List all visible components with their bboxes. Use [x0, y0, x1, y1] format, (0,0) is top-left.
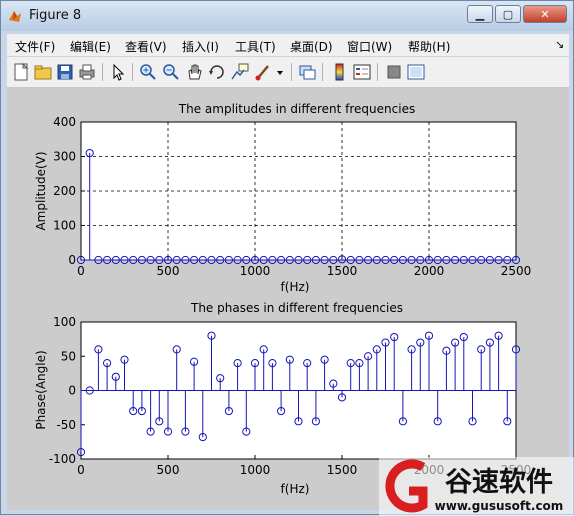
minimize-button[interactable]: ▁ — [467, 5, 493, 23]
new-figure-icon[interactable] — [11, 62, 31, 82]
gususoft-watermark: 谷速软件 www.gususoft.com — [379, 457, 574, 516]
x-tick-label: 0 — [77, 264, 85, 278]
y-tick-label: -50 — [56, 418, 76, 432]
menu-edit[interactable]: 编辑(E) — [70, 38, 111, 55]
zoom-out-icon[interactable] — [161, 62, 181, 82]
save-icon[interactable] — [55, 62, 75, 82]
phase-chart-title: The phases in different frequencies — [190, 301, 403, 315]
toolbar-separator — [132, 63, 133, 81]
x-tick-label: 1500 — [327, 463, 358, 477]
window-title: Figure 8 — [29, 8, 82, 23]
figure-canvas: 0 500 1000 1500 2000 2500 0 100 200 300 400 The am… — [7, 88, 569, 510]
toolbar-separator — [377, 63, 378, 81]
phase-y-label: Phase(Angle) — [34, 350, 48, 429]
x-tick-label: 500 — [157, 264, 180, 278]
y-tick-label: 300 — [53, 150, 76, 164]
toolbar-separator — [291, 63, 292, 81]
close-button[interactable]: ✕ — [523, 5, 567, 23]
insert-colorbar-icon[interactable] — [329, 62, 349, 82]
menu-tools[interactable]: 工具(T) — [235, 38, 276, 55]
pointer-icon[interactable] — [108, 62, 128, 82]
y-tick-label: 100 — [53, 219, 76, 233]
plot-area: 0 500 1000 1500 2000 25000100200300400 The am… — [34, 102, 531, 496]
toolbar-separator — [102, 63, 103, 81]
amplitude-axes[interactable]: 0 500 1000 1500 2000 2500 0 100 200 300 400 The am… — [34, 102, 531, 294]
figure-toolbar — [7, 57, 569, 88]
brush-icon[interactable] — [253, 62, 273, 82]
insert-legend-icon[interactable] — [352, 62, 372, 82]
brush-dropdown-icon[interactable] — [275, 62, 285, 82]
menu-insert[interactable]: 插入(I) — [182, 38, 219, 55]
hide-plot-tools-icon[interactable] — [384, 62, 404, 82]
open-icon[interactable] — [33, 62, 53, 82]
watermark-logo-text: 谷速软件 — [445, 467, 553, 498]
y-tick-label: 400 — [53, 115, 76, 129]
link-plot-icon[interactable] — [297, 62, 317, 82]
pan-icon[interactable] — [184, 62, 204, 82]
amplitude-chart-title: The amplitudes in different frequencies — [178, 102, 415, 116]
y-tick-label: 100 — [53, 315, 76, 329]
amplitude-y-label: Amplitude(V) — [34, 151, 48, 230]
print-icon[interactable] — [77, 62, 97, 82]
menu-bar: 文件(F) 编辑(E) 查看(V) 插入(I) 工具(T) 桌面(D) 窗口(W… — [7, 34, 569, 56]
y-tick-label: -100 — [49, 452, 76, 466]
menu-view[interactable]: 查看(V) — [125, 38, 167, 55]
maximize-button[interactable]: ▢ — [495, 5, 521, 23]
menu-desktop[interactable]: 桌面(D) — [290, 38, 333, 55]
toolbar-separator — [322, 63, 323, 81]
x-tick-label: 1500 — [327, 264, 358, 278]
menu-help[interactable]: 帮助(H) — [408, 38, 450, 55]
y-tick-label: 200 — [53, 184, 76, 198]
x-tick-label: 0 — [77, 463, 85, 477]
x-tick-label: 500 — [157, 463, 180, 477]
menu-file[interactable]: 文件(F) — [15, 38, 55, 55]
watermark-url: www.gususoft.com — [435, 499, 564, 513]
show-plot-tools-icon[interactable] — [406, 62, 426, 82]
x-tick-label: 1000 — [240, 264, 271, 278]
matlab-logo-icon — [9, 11, 21, 22]
x-tick-label: 2000 — [414, 264, 445, 278]
rotate-3d-icon[interactable] — [207, 62, 227, 82]
menu-dock-arrow-icon[interactable]: ↘ — [555, 38, 564, 51]
phase-x-label: f(Hz) — [281, 482, 310, 496]
menu-window[interactable]: 窗口(W) — [347, 38, 392, 55]
data-cursor-icon[interactable] — [230, 62, 250, 82]
amplitude-x-label: f(Hz) — [281, 280, 310, 294]
y-tick-label: 0 — [68, 253, 76, 267]
zoom-in-icon[interactable] — [138, 62, 158, 82]
x-tick-label: 2500 — [501, 264, 532, 278]
y-tick-label: 50 — [61, 349, 76, 363]
title-bar[interactable]: Figure 8 ▁ ▢ ✕ — [1, 1, 573, 31]
x-tick-label: 1000 — [240, 463, 271, 477]
figure-window: Figure 8 ▁ ▢ ✕ 文件(F) 编辑(E) 查看(V) 插入(I) 工… — [0, 0, 574, 516]
y-tick-label: 0 — [68, 384, 76, 398]
